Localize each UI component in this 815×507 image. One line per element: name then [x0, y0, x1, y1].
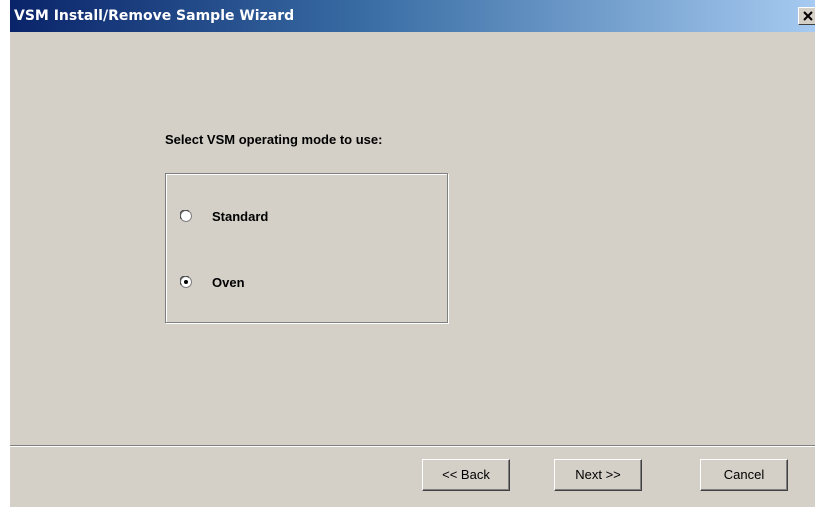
mode-option-standard[interactable]: Standard	[180, 208, 268, 224]
close-button[interactable]	[798, 7, 815, 25]
mode-prompt: Select VSM operating mode to use:	[165, 132, 383, 147]
left-edge	[0, 0, 10, 507]
back-button[interactable]: << Back	[422, 459, 510, 491]
mode-option-oven[interactable]: Oven	[180, 274, 245, 290]
oven-label: Oven	[212, 274, 245, 290]
cancel-button[interactable]: Cancel	[700, 459, 788, 491]
mode-group-box: Standard Oven	[165, 173, 448, 323]
radio-checked-icon	[180, 276, 192, 288]
title-bar[interactable]: VSM Install/Remove Sample Wizard	[10, 0, 815, 32]
standard-label: Standard	[212, 208, 269, 224]
wizard-content: Select VSM operating mode to use: Standa…	[10, 32, 815, 507]
close-icon	[803, 11, 813, 21]
standard-radio[interactable]	[180, 210, 192, 222]
window-title: VSM Install/Remove Sample Wizard	[14, 8, 295, 24]
oven-radio[interactable]	[180, 276, 192, 288]
radio-unchecked-icon	[180, 210, 192, 222]
button-separator	[10, 445, 815, 447]
next-button[interactable]: Next >>	[554, 459, 642, 491]
